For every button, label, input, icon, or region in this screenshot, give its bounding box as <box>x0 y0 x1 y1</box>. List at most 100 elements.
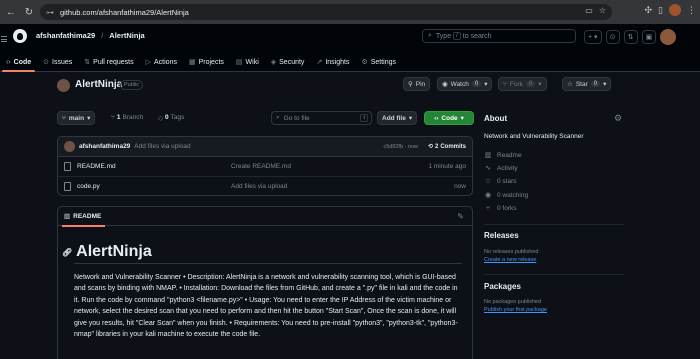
tab-label: Insights <box>325 58 350 66</box>
watch-count: 0 <box>471 81 482 87</box>
sidebar-item-label: Readme <box>497 151 522 159</box>
about-description: Network and Vulnerability Scanner <box>484 133 584 140</box>
branch-selector[interactable]: ⑂ main ▾ <box>57 111 96 125</box>
watch-label: Watch <box>450 80 469 88</box>
anchor-link-icon[interactable]: 🔗︎ <box>62 248 72 257</box>
search-icon: ⌕ <box>428 32 432 39</box>
readme-title: 🔗︎ AlertNinja <box>62 243 152 261</box>
repo-link[interactable]: AlertNinja <box>109 31 144 40</box>
downloads-icon[interactable]: ▯ <box>658 5 663 16</box>
site-info-icon[interactable]: ⊶ <box>46 8 54 17</box>
add-file-button[interactable]: Add file ▾ <box>377 111 418 125</box>
eye-icon: ◉ <box>484 192 492 199</box>
inbox-icon[interactable]: ▣ <box>641 30 657 44</box>
star-button[interactable]: ☆ Star 0 ▾ <box>562 77 612 91</box>
divider <box>74 263 462 264</box>
browser-menu-icon[interactable]: ⋮ <box>687 5 696 16</box>
watch-button[interactable]: ◉ Watch 0 ▾ <box>437 77 493 91</box>
sidebar-item-watching[interactable]: ◉ 0 watching <box>484 191 528 200</box>
chevron-down-icon: ▾ <box>460 115 464 122</box>
tag-count: 0 <box>165 114 169 121</box>
commit-author[interactable]: afshanfathima29 <box>79 143 130 150</box>
address-bar[interactable]: ⊶ github.com/afshanfathima29/AlertNinja … <box>40 4 612 20</box>
sidebar-item-stars[interactable]: ☆ 0 stars <box>484 177 517 186</box>
pull-request-icon[interactable]: ⇅ <box>623 30 638 44</box>
chevron-down-icon: ▾ <box>603 81 607 88</box>
readme-tab[interactable]: ▥ README <box>61 207 106 227</box>
owner-link[interactable]: afshanfathima29 <box>36 31 95 40</box>
file-commit-message[interactable]: Create README.md <box>231 163 291 170</box>
pull-request-icon: ⇅ <box>84 59 91 66</box>
branches-link[interactable]: ⑂ 1 Branch <box>111 114 143 121</box>
file-time: now <box>454 182 466 190</box>
releases-heading[interactable]: Releases <box>484 231 519 240</box>
file-name[interactable]: code.py <box>77 183 231 190</box>
chevron-down-icon: ▾ <box>484 81 488 88</box>
extensions-icon[interactable]: ✣ <box>645 5 653 16</box>
tab-security[interactable]: ◈ Security <box>265 52 311 72</box>
sidebar-item-activity[interactable]: ∿ Activity <box>484 164 518 173</box>
tab-pull-requests[interactable]: ⇅ Pull requests <box>78 52 139 72</box>
tab-code[interactable]: ‹› Code <box>0 52 37 72</box>
issues-icon[interactable]: ⊙ <box>605 30 620 44</box>
table-row[interactable]: code.py Add files via upload now <box>58 177 472 196</box>
pencil-icon[interactable]: ✎ <box>457 212 464 221</box>
back-icon[interactable]: ← <box>4 5 18 19</box>
branch-icon: ⑂ <box>111 114 115 121</box>
tab-label: Projects <box>198 58 224 66</box>
readme-header: ▥ README ✎ <box>58 207 472 227</box>
bookmark-star-icon[interactable]: ☆ <box>599 6 606 15</box>
url-text: github.com/afshanfathima29/AlertNinja <box>60 7 189 17</box>
tab-issues[interactable]: ⊙ Issues <box>37 52 78 72</box>
create-new-button[interactable]: + ▾ <box>584 30 602 44</box>
install-app-icon[interactable]: ▭ <box>585 6 593 15</box>
file-commit-message[interactable]: Add files via upload <box>231 183 287 190</box>
book-icon: ▥ <box>484 152 492 159</box>
commits-label: Commits <box>440 143 466 150</box>
wiki-icon: ▤ <box>235 59 243 66</box>
star-label: Star <box>575 80 588 88</box>
search-input[interactable]: ⌕ Type / to search <box>422 29 576 43</box>
tab-wiki[interactable]: ▤ Wiki <box>230 52 265 72</box>
fork-button[interactable]: ⑂ Fork 0 ▾ <box>498 77 547 91</box>
publish-package-link[interactable]: Publish your first package <box>484 307 547 313</box>
table-row[interactable]: README.md Create README.md 1 minute ago <box>58 157 472 177</box>
github-logo-icon[interactable] <box>13 29 27 43</box>
star-count: 0 <box>590 81 601 87</box>
releases-empty-text: No releases published <box>484 249 539 255</box>
menu-icon[interactable] <box>0 32 11 46</box>
tab-insights[interactable]: ↗ Insights <box>310 52 355 72</box>
latest-commit-row: afshanfathima29 Add files via upload c5d… <box>58 137 472 157</box>
graph-icon: ↗ <box>316 59 323 66</box>
commit-hash[interactable]: c5d82fb · now <box>383 144 418 150</box>
avatar[interactable] <box>660 29 677 45</box>
profile-avatar[interactable] <box>669 4 681 16</box>
readme-tab-label: README <box>73 212 102 220</box>
file-time: 1 minute ago <box>428 162 466 170</box>
chevron-down-icon: ▾ <box>538 81 542 88</box>
tab-actions[interactable]: ▷ Actions <box>140 52 183 72</box>
file-icon <box>64 181 71 191</box>
pin-label: Pin <box>415 80 426 88</box>
commit-message[interactable]: Add files via upload <box>134 143 190 150</box>
tab-settings[interactable]: ⚙ Settings <box>355 52 402 72</box>
code-button-label: Code <box>441 114 458 122</box>
actions-icon: ▷ <box>145 59 152 66</box>
packages-heading[interactable]: Packages <box>484 282 521 291</box>
tags-link[interactable]: ◇ 0 Tags <box>158 114 184 122</box>
tab-label: Code <box>13 58 32 66</box>
commits-link[interactable]: ⟲ 2 Commits <box>428 143 466 151</box>
fork-count: 0 <box>525 81 536 87</box>
divider <box>484 274 624 275</box>
pin-button[interactable]: ⚲ Pin <box>403 77 431 91</box>
sidebar-item-forks[interactable]: ⑂ 0 forks <box>484 205 517 212</box>
repo-nav: ‹› Code ⊙ Issues ⇅ Pull requests ▷ Actions ▦… <box>0 52 402 72</box>
file-name[interactable]: README.md <box>77 163 231 170</box>
sidebar-item-readme[interactable]: ▥ Readme <box>484 151 522 160</box>
code-button[interactable]: ‹› Code ▾ <box>424 111 474 125</box>
tab-projects[interactable]: ▦ Projects <box>183 52 230 72</box>
create-release-link[interactable]: Create a new release <box>484 257 536 263</box>
go-to-file-input[interactable]: ⌕ Go to file t <box>271 111 372 125</box>
gear-icon[interactable]: ⚙ <box>614 113 622 124</box>
reload-icon[interactable]: ↻ <box>22 5 36 19</box>
